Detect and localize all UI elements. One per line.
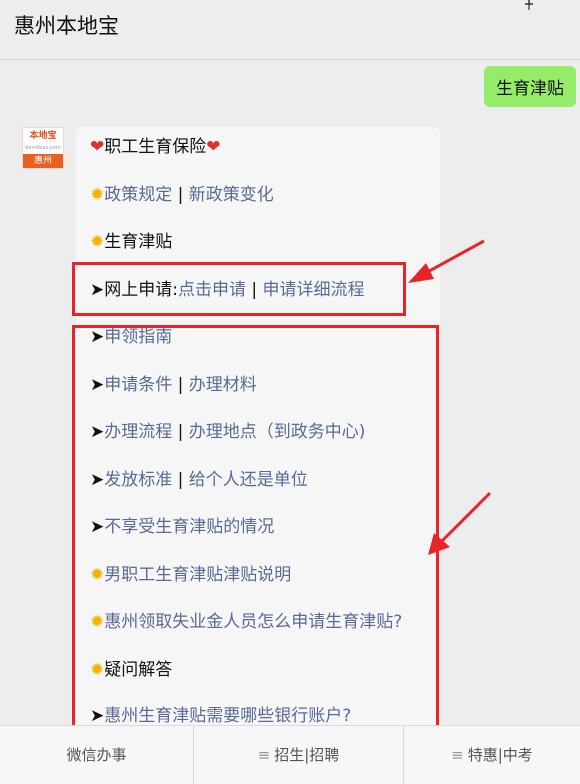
avatar-brand: 本地宝 — [29, 131, 57, 141]
menu-tab-label: 招生|招聘 — [274, 746, 340, 764]
chat-area[interactable]: 生育津贴 本地宝 bendibao.com 惠州 ❤职工生育保险❤ ✹政策规定 … — [0, 61, 580, 725]
heart-icon: ❤ — [206, 137, 221, 157]
bottom-menu-bar: 微信办事 ≡ 招生|招聘 ≡ 特惠|中考 — [0, 725, 580, 784]
pin-icon[interactable] — [522, 0, 536, 10]
highlight-box-online — [72, 262, 406, 316]
avatar[interactable]: 本地宝 bendibao.com 惠州 — [22, 127, 64, 169]
sun-icon: ✹ — [90, 185, 105, 205]
allowance-line: ✹生育津贴 — [90, 230, 172, 254]
avatar-city: 惠州 — [23, 154, 63, 168]
highlight-box-guide — [72, 325, 439, 725]
user-message-bubble: 生育津贴 — [484, 66, 576, 107]
reply-title: 职工生育保险 — [104, 137, 207, 157]
avatar-domain: bendibao.com — [25, 145, 61, 151]
menu-tab-enrollment-jobs[interactable]: ≡ 招生|招聘 — [194, 726, 403, 784]
menu-tab-wechat-services[interactable]: 微信办事 — [0, 726, 193, 784]
page-title: 惠州本地宝 — [14, 14, 119, 38]
menu-tab-deals-exams[interactable]: ≡ 特惠|中考 — [404, 726, 580, 784]
red-arrow-icon — [408, 239, 485, 283]
avatar-logo: 本地宝 bendibao.com — [23, 128, 63, 154]
menu-icon: ≡ — [451, 746, 464, 764]
menu-tab-label: 微信办事 — [66, 746, 127, 764]
menu-tab-label: 特惠|中考 — [467, 746, 533, 764]
heart-icon: ❤ — [90, 137, 105, 157]
separator: | — [177, 185, 184, 205]
new-policy-link[interactable]: 新政策变化 — [189, 185, 274, 205]
menu-icon: ≡ — [257, 746, 271, 764]
allowance-heading: 生育津贴 — [104, 232, 173, 252]
sun-icon: ✹ — [90, 232, 105, 252]
policy-link[interactable]: 政策规定 — [104, 185, 172, 205]
header: 惠州本地宝 — [0, 0, 580, 60]
policy-line: ✹政策规定 | 新政策变化 — [90, 183, 274, 207]
red-arrow-icon — [428, 491, 492, 555]
reply-title-line: ❤职工生育保险❤ — [90, 135, 221, 159]
